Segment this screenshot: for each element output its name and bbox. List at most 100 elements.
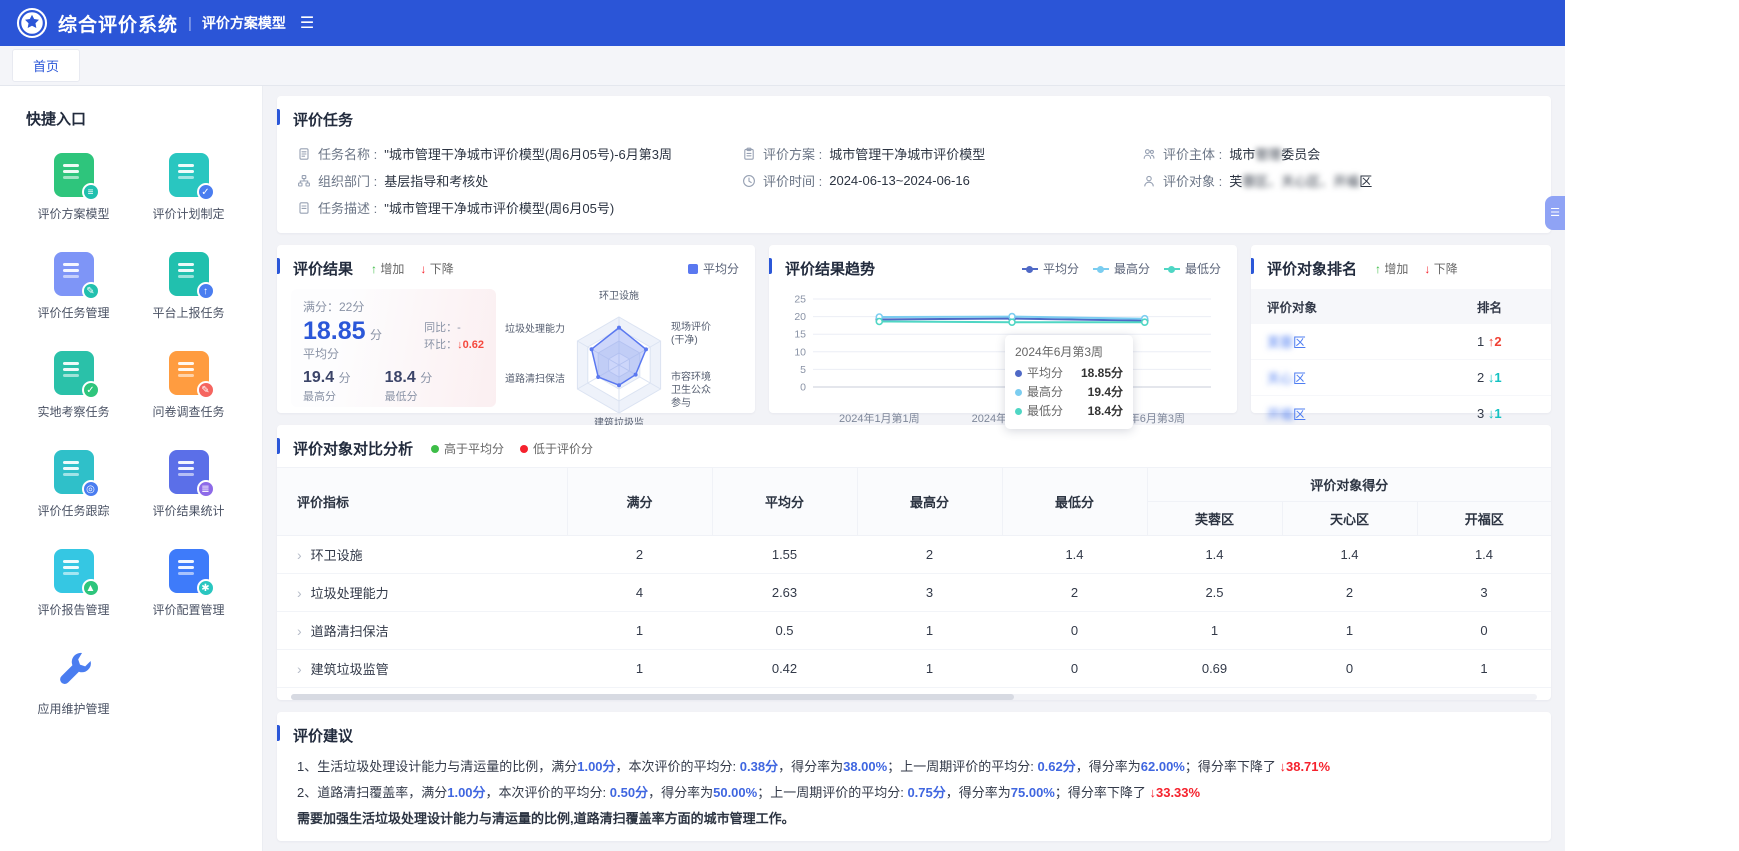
sidebar-item-label: 评价报告管理 (16, 601, 131, 618)
indicator-row[interactable]: ›建筑垃圾监管 10.4210 0.69 0 1 (277, 650, 1551, 688)
svg-text:0: 0 (800, 382, 806, 394)
average-score-value: 18.85 (303, 317, 366, 345)
legend-marker (688, 264, 698, 274)
task-field-time: 评价时间 : 2024-06-13~2024-06-16 (742, 167, 1142, 194)
chart-tooltip: 2024年6月第3周 平均分18.85分 最高分19.4分 最低分18.4分 (1005, 335, 1133, 429)
sidebar-item-app-maintenance[interactable]: 应用维护管理 (16, 642, 131, 717)
legend-decrease[interactable]: ↓ 下降 (420, 260, 453, 277)
legend-increase[interactable]: ↑ 增加 (371, 260, 404, 277)
sidebar-item-label: 评价任务跟踪 (16, 502, 131, 519)
district-column-header: 开福区 (1417, 502, 1551, 536)
sidebar-item-label: 评价配置管理 (131, 601, 246, 618)
main-content: 评价任务 任务名称 : "城市管理干净城市评价模型(周6月05号)-6月第3周 … (263, 86, 1565, 851)
column-header: 满分 (567, 468, 712, 536)
radar-chart: 环卫设施 现场评价(干净) 市容环境卫生公众参与 建筑垃圾监管 道路清扫保洁 垃… (499, 289, 739, 439)
legend-min[interactable]: 最低分 (1164, 260, 1221, 277)
tooltip-row: 最低分18.4分 (1015, 402, 1123, 421)
legend-marker (1022, 268, 1038, 270)
task-field-subject: 评价主体 : 城市管理委员会 (1142, 140, 1535, 167)
district-score: 1.4 (1282, 536, 1417, 574)
tooltip-row: 平均分18.85分 (1015, 364, 1123, 383)
district-score: 1.4 (1417, 536, 1551, 574)
sidebar-item-field-inspection[interactable]: ✓ 实地考察任务 (16, 345, 131, 420)
doc-stats-icon: ≣ (169, 450, 209, 494)
sidebar-item-report-management[interactable]: ▲ 评价报告管理 (16, 543, 131, 618)
district-link[interactable]: 芙蓉区 (1267, 335, 1306, 350)
column-header: 评价指标 (277, 468, 567, 536)
expand-chevron-icon[interactable]: › (297, 585, 302, 601)
district-score: 1.4 (1147, 536, 1282, 574)
district-score: 0 (1282, 650, 1417, 688)
radar-legend-average[interactable]: 平均分 (688, 260, 739, 277)
quick-entry-sidebar: 快捷入口 ≡ 评价方案模型 ✓ 评价计划制定 ✎ 评价任务管理 ↑ 平台上报任务 (0, 86, 263, 851)
series-dot (1015, 389, 1022, 396)
line-chart: 0510152025 2024年1月第1周2024年6月第1周2024年6月第3… (769, 287, 1237, 426)
sidebar-item-platform-report[interactable]: ↑ 平台上报任务 (131, 246, 246, 321)
sidebar-item-plan-model[interactable]: ≡ 评价方案模型 (16, 147, 131, 222)
indicator-row[interactable]: ›环卫设施 21.5521.4 1.4 1.4 1.4 (277, 536, 1551, 574)
legend-average[interactable]: 平均分 (1022, 260, 1079, 277)
svg-text:25: 25 (794, 294, 806, 306)
rank-change: ↓1 (1488, 370, 1502, 385)
expand-chevron-icon[interactable]: › (297, 623, 302, 639)
task-field-grid: 任务名称 : "城市管理干净城市评价模型(周6月05号)-6月第3周 评价方案 … (277, 138, 1551, 233)
max-score-block: 19.4 分 最高分 (303, 369, 351, 404)
radar-axis-label: 道路清扫保洁 (505, 373, 565, 386)
sidebar-item-label: 应用维护管理 (16, 700, 131, 717)
doc-task-icon: ✎ (54, 252, 94, 296)
clipboard-icon (742, 147, 756, 161)
sidebar-item-result-statistics[interactable]: ≣ 评价结果统计 (131, 444, 246, 519)
task-field-target: 评价对象 : 芙蓉区、天心区、开福区 (1142, 167, 1535, 194)
sidebar-item-label: 平台上报任务 (131, 304, 246, 321)
ratio-block: 同比：- 环比：↓0.62 (424, 318, 484, 362)
quick-entry-grid: ≡ 评价方案模型 ✓ 评价计划制定 ✎ 评价任务管理 ↑ 平台上报任务 ✓ (0, 143, 262, 721)
ranking-row: 芙蓉区 1 ↑2 (1251, 324, 1551, 360)
svg-text:5: 5 (800, 364, 806, 376)
task-field-name: 任务名称 : "城市管理干净城市评价模型(周6月05号)-6月第3周 (297, 140, 742, 167)
district-score: 3 (1417, 574, 1551, 612)
legend-increase[interactable]: ↑ 增加 (1375, 260, 1408, 277)
panel-title: 评价对象对比分析 (293, 438, 413, 459)
sidebar-item-task-tracking[interactable]: ◎ 评价任务跟踪 (16, 444, 131, 519)
expand-chevron-icon[interactable]: › (297, 661, 302, 677)
ranking-panel: 评价对象排名 ↑ 增加 ↓ 下降 评价对象 排名 (1251, 245, 1551, 413)
panel-title: 评价任务 (293, 109, 353, 130)
tab-home[interactable]: 首页 (12, 49, 80, 82)
scrollbar-thumb[interactable] (291, 694, 1014, 700)
report-icon: ▲ (54, 549, 94, 593)
legend-max[interactable]: 最高分 (1093, 260, 1150, 277)
horizontal-scrollbar[interactable] (291, 694, 1537, 700)
district-score: 1 (1147, 612, 1282, 650)
redacted-text: 管理 (1255, 147, 1281, 162)
district-score: 0 (1417, 612, 1551, 650)
indicator-row[interactable]: ›道路清扫保洁 10.510 1 1 0 (277, 612, 1551, 650)
tab-bar: 首页 (0, 46, 1565, 86)
org-icon (297, 174, 311, 188)
expand-chevron-icon[interactable]: › (297, 547, 302, 563)
sidebar-item-label: 评价方案模型 (16, 205, 131, 222)
panel-title: 评价结果趋势 (785, 258, 875, 279)
full-score-label: 满分：22分 (303, 298, 484, 315)
sidebar-item-label: 实地考察任务 (16, 403, 131, 420)
mom-decrease-value: ↓0.62 (457, 339, 484, 351)
quick-panel-toggle[interactable]: ☰ (1545, 196, 1565, 230)
app-window: 综合评价系统 | 评价方案模型 ☰ 首页 快捷入口 ≡ 评价方案模型 ✓ 评价计… (0, 0, 1565, 851)
menu-toggle-icon[interactable]: ☰ (300, 13, 314, 33)
sidebar-item-task-management[interactable]: ✎ 评价任务管理 (16, 246, 131, 321)
sidebar-item-config-management[interactable]: ✱ 评价配置管理 (131, 543, 246, 618)
doc-plan-icon: ✓ (169, 153, 209, 197)
district-column-header: 芙蓉区 (1147, 502, 1282, 536)
panel-title: 评价建议 (293, 725, 353, 746)
line-chart-canvas: 0510152025 (783, 287, 1219, 405)
indicator-row[interactable]: ›垃圾处理能力 42.6332 2.5 2 3 (277, 574, 1551, 612)
clock-icon (742, 174, 756, 188)
sidebar-item-questionnaire[interactable]: ✎ 问卷调查任务 (131, 345, 246, 420)
user-icon (1142, 174, 1156, 188)
district-link[interactable]: 开福区 (1267, 407, 1306, 422)
legend-decrease[interactable]: ↓ 下降 (1424, 260, 1457, 277)
page: 综合评价系统 | 评价方案模型 ☰ 首页 快捷入口 ≡ 评价方案模型 ✓ 评价计… (0, 0, 1739, 851)
district-link[interactable]: 天心区 (1267, 371, 1306, 386)
sidebar-item-plan-making[interactable]: ✓ 评价计划制定 (131, 147, 246, 222)
rank-change: ↑2 (1488, 334, 1502, 349)
doc-track-icon: ◎ (54, 450, 94, 494)
